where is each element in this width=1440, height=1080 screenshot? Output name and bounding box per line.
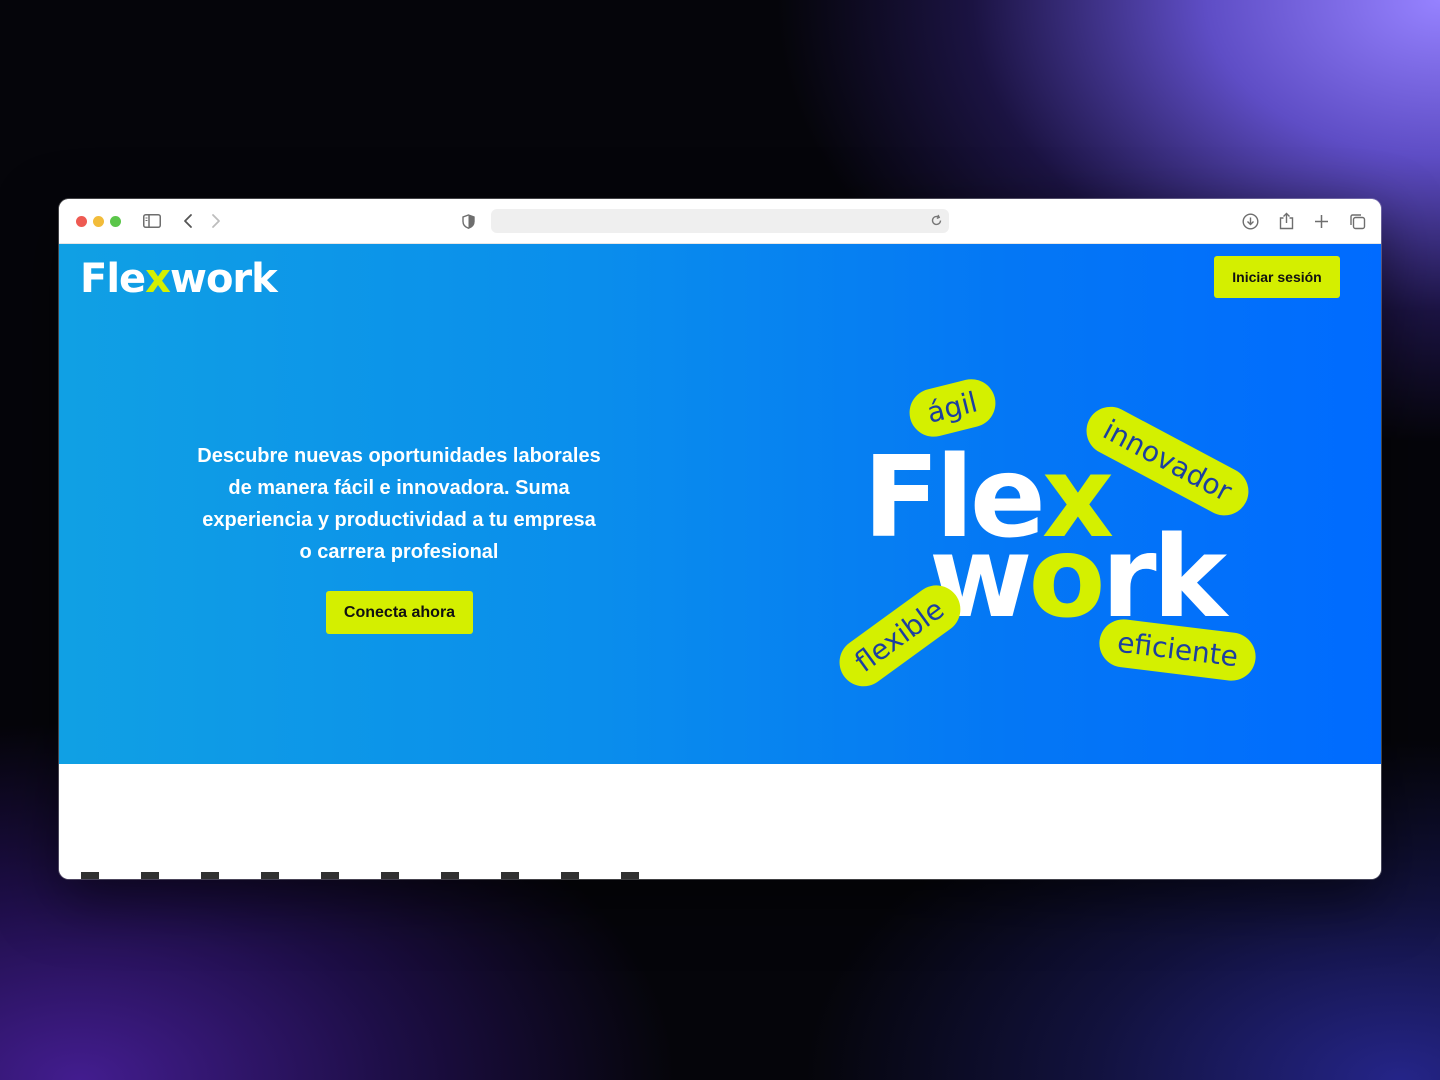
hero-text-line: experiencia y productividad a tu empresa	[202, 509, 596, 531]
content-section	[59, 764, 1381, 879]
hero-text-line: de manera fácil e innovadora. Suma	[228, 477, 570, 499]
logo-text-start: Fle	[80, 256, 146, 302]
share-icon[interactable]	[1279, 211, 1294, 231]
hero-text-line: o carrera profesional	[299, 541, 499, 563]
logo-x: x	[145, 256, 171, 302]
flexwork-illustration: Flex work ágil innovador flexible eficie…	[819, 364, 1279, 704]
logo-text-end: work	[169, 256, 278, 302]
zoom-window-button[interactable]	[110, 216, 121, 227]
login-button[interactable]: Iniciar sesión	[1214, 256, 1340, 298]
hero-text-line: Descubre nuevas oportunidades laborales	[197, 445, 601, 467]
sidebar-icon[interactable]	[143, 211, 161, 231]
illustration-word-work: work	[929, 522, 1227, 634]
address-bar[interactable]	[491, 209, 949, 233]
reload-icon[interactable]	[930, 214, 943, 232]
browser-window: Flexwork Iniciar sesión Descubre nuevas …	[59, 199, 1381, 879]
connect-now-button[interactable]: Conecta ahora	[326, 591, 473, 634]
browser-toolbar	[59, 199, 1381, 244]
new-tab-icon[interactable]	[1314, 211, 1329, 231]
hero-section: Flexwork Iniciar sesión Descubre nuevas …	[59, 244, 1381, 764]
flexwork-logo[interactable]: Flexwork	[80, 256, 278, 302]
download-icon[interactable]	[1242, 211, 1259, 231]
tabs-overview-icon[interactable]	[1349, 211, 1366, 231]
minimize-window-button[interactable]	[93, 216, 104, 227]
shield-icon[interactable]	[462, 211, 475, 231]
back-icon[interactable]	[183, 211, 193, 231]
tag-agil: ágil	[904, 374, 1001, 442]
illustration-o: o	[1028, 513, 1105, 643]
cropped-section-heading	[81, 872, 641, 879]
hero-description: Descubre nuevas oportunidades laborales …	[179, 440, 619, 568]
close-window-button[interactable]	[76, 216, 87, 227]
tag-eficiente: eficiente	[1096, 616, 1259, 684]
forward-icon[interactable]	[211, 211, 221, 231]
